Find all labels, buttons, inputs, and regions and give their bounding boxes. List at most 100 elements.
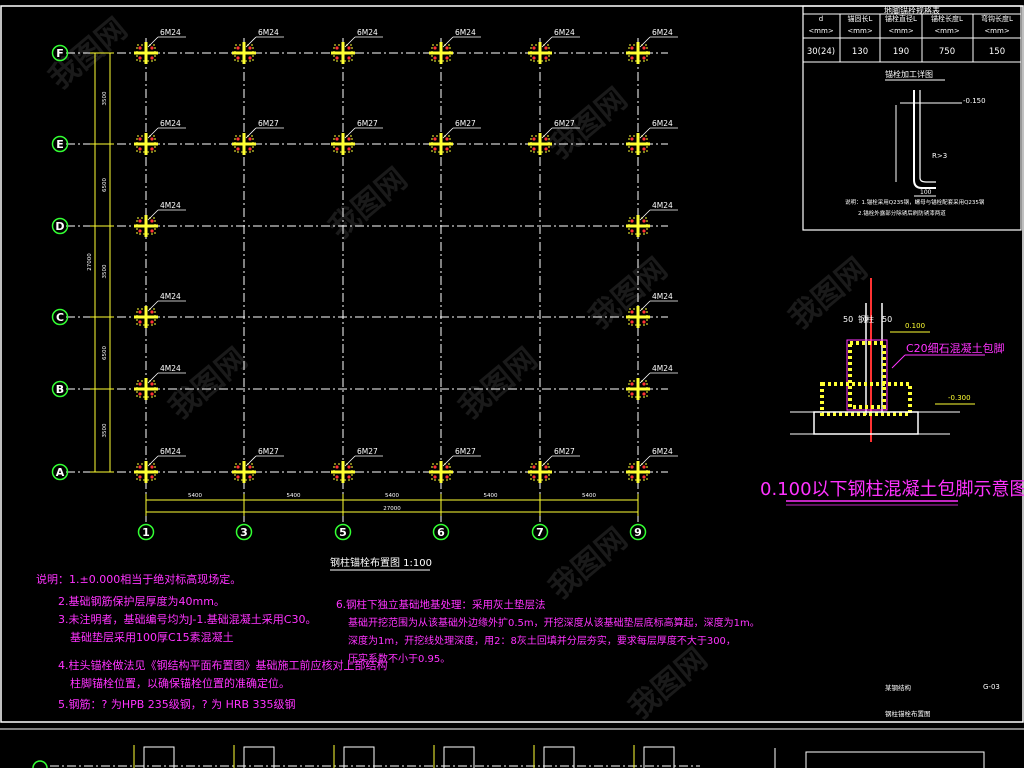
anchor-bolt-hole bbox=[630, 56, 634, 60]
watermark-text: 我图网 bbox=[543, 521, 634, 606]
row-axis-label: F bbox=[56, 47, 64, 60]
note-line: 说明：1.±0.000相当于绝对标高现场定。 bbox=[36, 572, 241, 586]
table-unit: <mm> bbox=[984, 27, 1010, 35]
table-unit: <mm> bbox=[934, 27, 960, 35]
footing-outline bbox=[643, 746, 675, 768]
note-line: 5.钢筋：? 为HPB 235级钢，? 为 HRB 335级钢 bbox=[58, 697, 296, 711]
column-base-plate: 4M24 bbox=[626, 201, 678, 237]
column-base-plate: 4M24 bbox=[134, 201, 186, 237]
anchor-bolt-hole bbox=[630, 147, 634, 151]
total-width-dimension: 27000 bbox=[383, 506, 401, 512]
anchor-bolt-hole bbox=[630, 475, 634, 479]
table-unit: <mm> bbox=[888, 27, 914, 35]
row-axis-label: D bbox=[55, 220, 64, 233]
anchor-bolt-hole bbox=[630, 46, 634, 50]
row-dimension: 6500 bbox=[102, 178, 108, 192]
anchor-detail-note: 2.锚栓外露部分除锈后刷防锈漆两道 bbox=[858, 209, 946, 217]
anchor-bolt-hole bbox=[150, 219, 154, 223]
column-base-plate: 6M24 bbox=[134, 447, 186, 483]
anchor-bolt-hole bbox=[544, 465, 548, 469]
anchor-bolt-hole bbox=[544, 475, 548, 479]
column-base-plate: 4M24 bbox=[134, 292, 186, 328]
anchor-bolt-hole bbox=[335, 137, 339, 141]
anchor-bolt-hole bbox=[150, 56, 154, 60]
anchor-bolt-hole bbox=[150, 465, 154, 469]
anchor-bolt-hole bbox=[642, 147, 646, 151]
title-block-name: 某钢结构 bbox=[885, 683, 912, 692]
anchor-bolt-hole bbox=[544, 56, 548, 60]
next-sheet-strip bbox=[32, 745, 985, 768]
anchor-bolt-hole bbox=[532, 137, 536, 141]
anchor-bolt-hole bbox=[138, 320, 142, 324]
anchor-bolt-hole bbox=[347, 137, 351, 141]
anchor-bolt-hole bbox=[150, 475, 154, 479]
anchor-bolt-hole bbox=[630, 229, 634, 233]
table-cell: 130 bbox=[852, 47, 868, 57]
anchor-bolt-hole bbox=[236, 137, 240, 141]
anchor-bolt-hole bbox=[248, 46, 252, 50]
bolt-spec-label: 6M24 bbox=[160, 28, 181, 37]
anchor-bolt-hole bbox=[642, 382, 646, 386]
title-block-sheet: G-03 bbox=[983, 683, 1000, 691]
anchor-bolt-hole bbox=[630, 310, 634, 314]
anchor-bolt-hole bbox=[445, 56, 449, 60]
anchor-bolt-hole bbox=[445, 465, 449, 469]
cad-drawing-canvas: 我图网我图网我图网我图网 我图网我图网我图网我图网我图网 FEDCBA1 3 5 6 7 9… bbox=[0, 5, 1024, 768]
anchor-bolt-hole bbox=[138, 46, 142, 50]
bolt-spec-label: 6M24 bbox=[357, 28, 378, 37]
column-base-plate: 6M27 bbox=[232, 119, 284, 155]
table-cell: 750 bbox=[939, 47, 955, 57]
column-label: 钢柱 bbox=[858, 314, 874, 324]
bay-dimension: 5400 bbox=[582, 493, 596, 499]
column-base-plate: 4M24 bbox=[626, 364, 678, 400]
column-axis-label: 9 bbox=[634, 526, 642, 539]
c20-label: C20细石混凝土包脚 bbox=[906, 341, 1005, 355]
anchor-bolt-hole bbox=[236, 46, 240, 50]
bolt-spec-label: 6M24 bbox=[652, 28, 673, 37]
anchor-bolt-hole bbox=[347, 46, 351, 50]
anchor-bolt-shape bbox=[913, 90, 936, 189]
column-base-plate: 6M27 bbox=[232, 447, 284, 483]
row-dimension: 3500 bbox=[102, 91, 108, 105]
anchor-bolt-hole bbox=[335, 147, 339, 151]
anchor-bolt-hole bbox=[532, 147, 536, 151]
anchor-bolt-hole bbox=[138, 56, 142, 60]
anchor-bolt-hole bbox=[642, 465, 646, 469]
anchor-bolt-hole bbox=[544, 147, 548, 151]
bolt-spec-label: 4M24 bbox=[652, 201, 673, 210]
anchor-bolt-hole bbox=[138, 382, 142, 386]
column-axis-label: 1 bbox=[142, 526, 150, 539]
table-unit: <mm> bbox=[847, 27, 873, 35]
anchor-bolt-hole bbox=[335, 465, 339, 469]
anchor-bolt-hole bbox=[642, 56, 646, 60]
anchor-bolt-hole bbox=[433, 475, 437, 479]
anchor-bolt-hole bbox=[642, 219, 646, 223]
anchor-detail-title: 锚栓加工详图 bbox=[885, 69, 933, 79]
bolt-spec-label: 6M27 bbox=[554, 447, 575, 456]
anchor-bolt-hole bbox=[532, 475, 536, 479]
anchor-bolt-hole bbox=[248, 137, 252, 141]
note-line: 压实系数不小于0.95。 bbox=[348, 652, 450, 665]
anchor-bolt-hole bbox=[642, 46, 646, 50]
bay-dimension: 5400 bbox=[484, 493, 498, 499]
watermark-text: 我图网 bbox=[163, 341, 254, 426]
title-block: 某钢结构 G-03 钢柱锚栓布置图 bbox=[885, 683, 1000, 718]
note-line: 柱脚锚栓位置，以确保锚栓位置的准确定位。 bbox=[70, 676, 290, 690]
row-axis-label: C bbox=[56, 311, 64, 324]
watermark-text: 我图网 bbox=[323, 161, 414, 246]
anchor-bolt-hole bbox=[433, 46, 437, 50]
encase-caption: 0.100以下钢柱混凝土包脚示意图 bbox=[760, 479, 1024, 500]
anchor-bolt-hole bbox=[150, 392, 154, 396]
bolt-spec-label: 6M27 bbox=[357, 119, 378, 128]
anchor-bolt-table: 地脚锚栓规格表 d 锚固长L 锚栓直径L 锚栓长度L 弯钩长度L <mm> <m… bbox=[802, 5, 1022, 231]
anchor-bolt-hole bbox=[532, 46, 536, 50]
bolt-spec-label: 6M27 bbox=[258, 119, 279, 128]
anchor-bolt-hole bbox=[347, 147, 351, 151]
anchor-bolt-hole bbox=[335, 475, 339, 479]
bolt-spec-label: 6M24 bbox=[258, 28, 279, 37]
anchor-bolt-hole bbox=[445, 475, 449, 479]
bolt-spec-label: 4M24 bbox=[160, 292, 181, 301]
column-axis-label: 7 bbox=[536, 526, 544, 539]
column-base-plate: 6M27 bbox=[429, 119, 481, 155]
anchor-bolt-hole bbox=[445, 147, 449, 151]
